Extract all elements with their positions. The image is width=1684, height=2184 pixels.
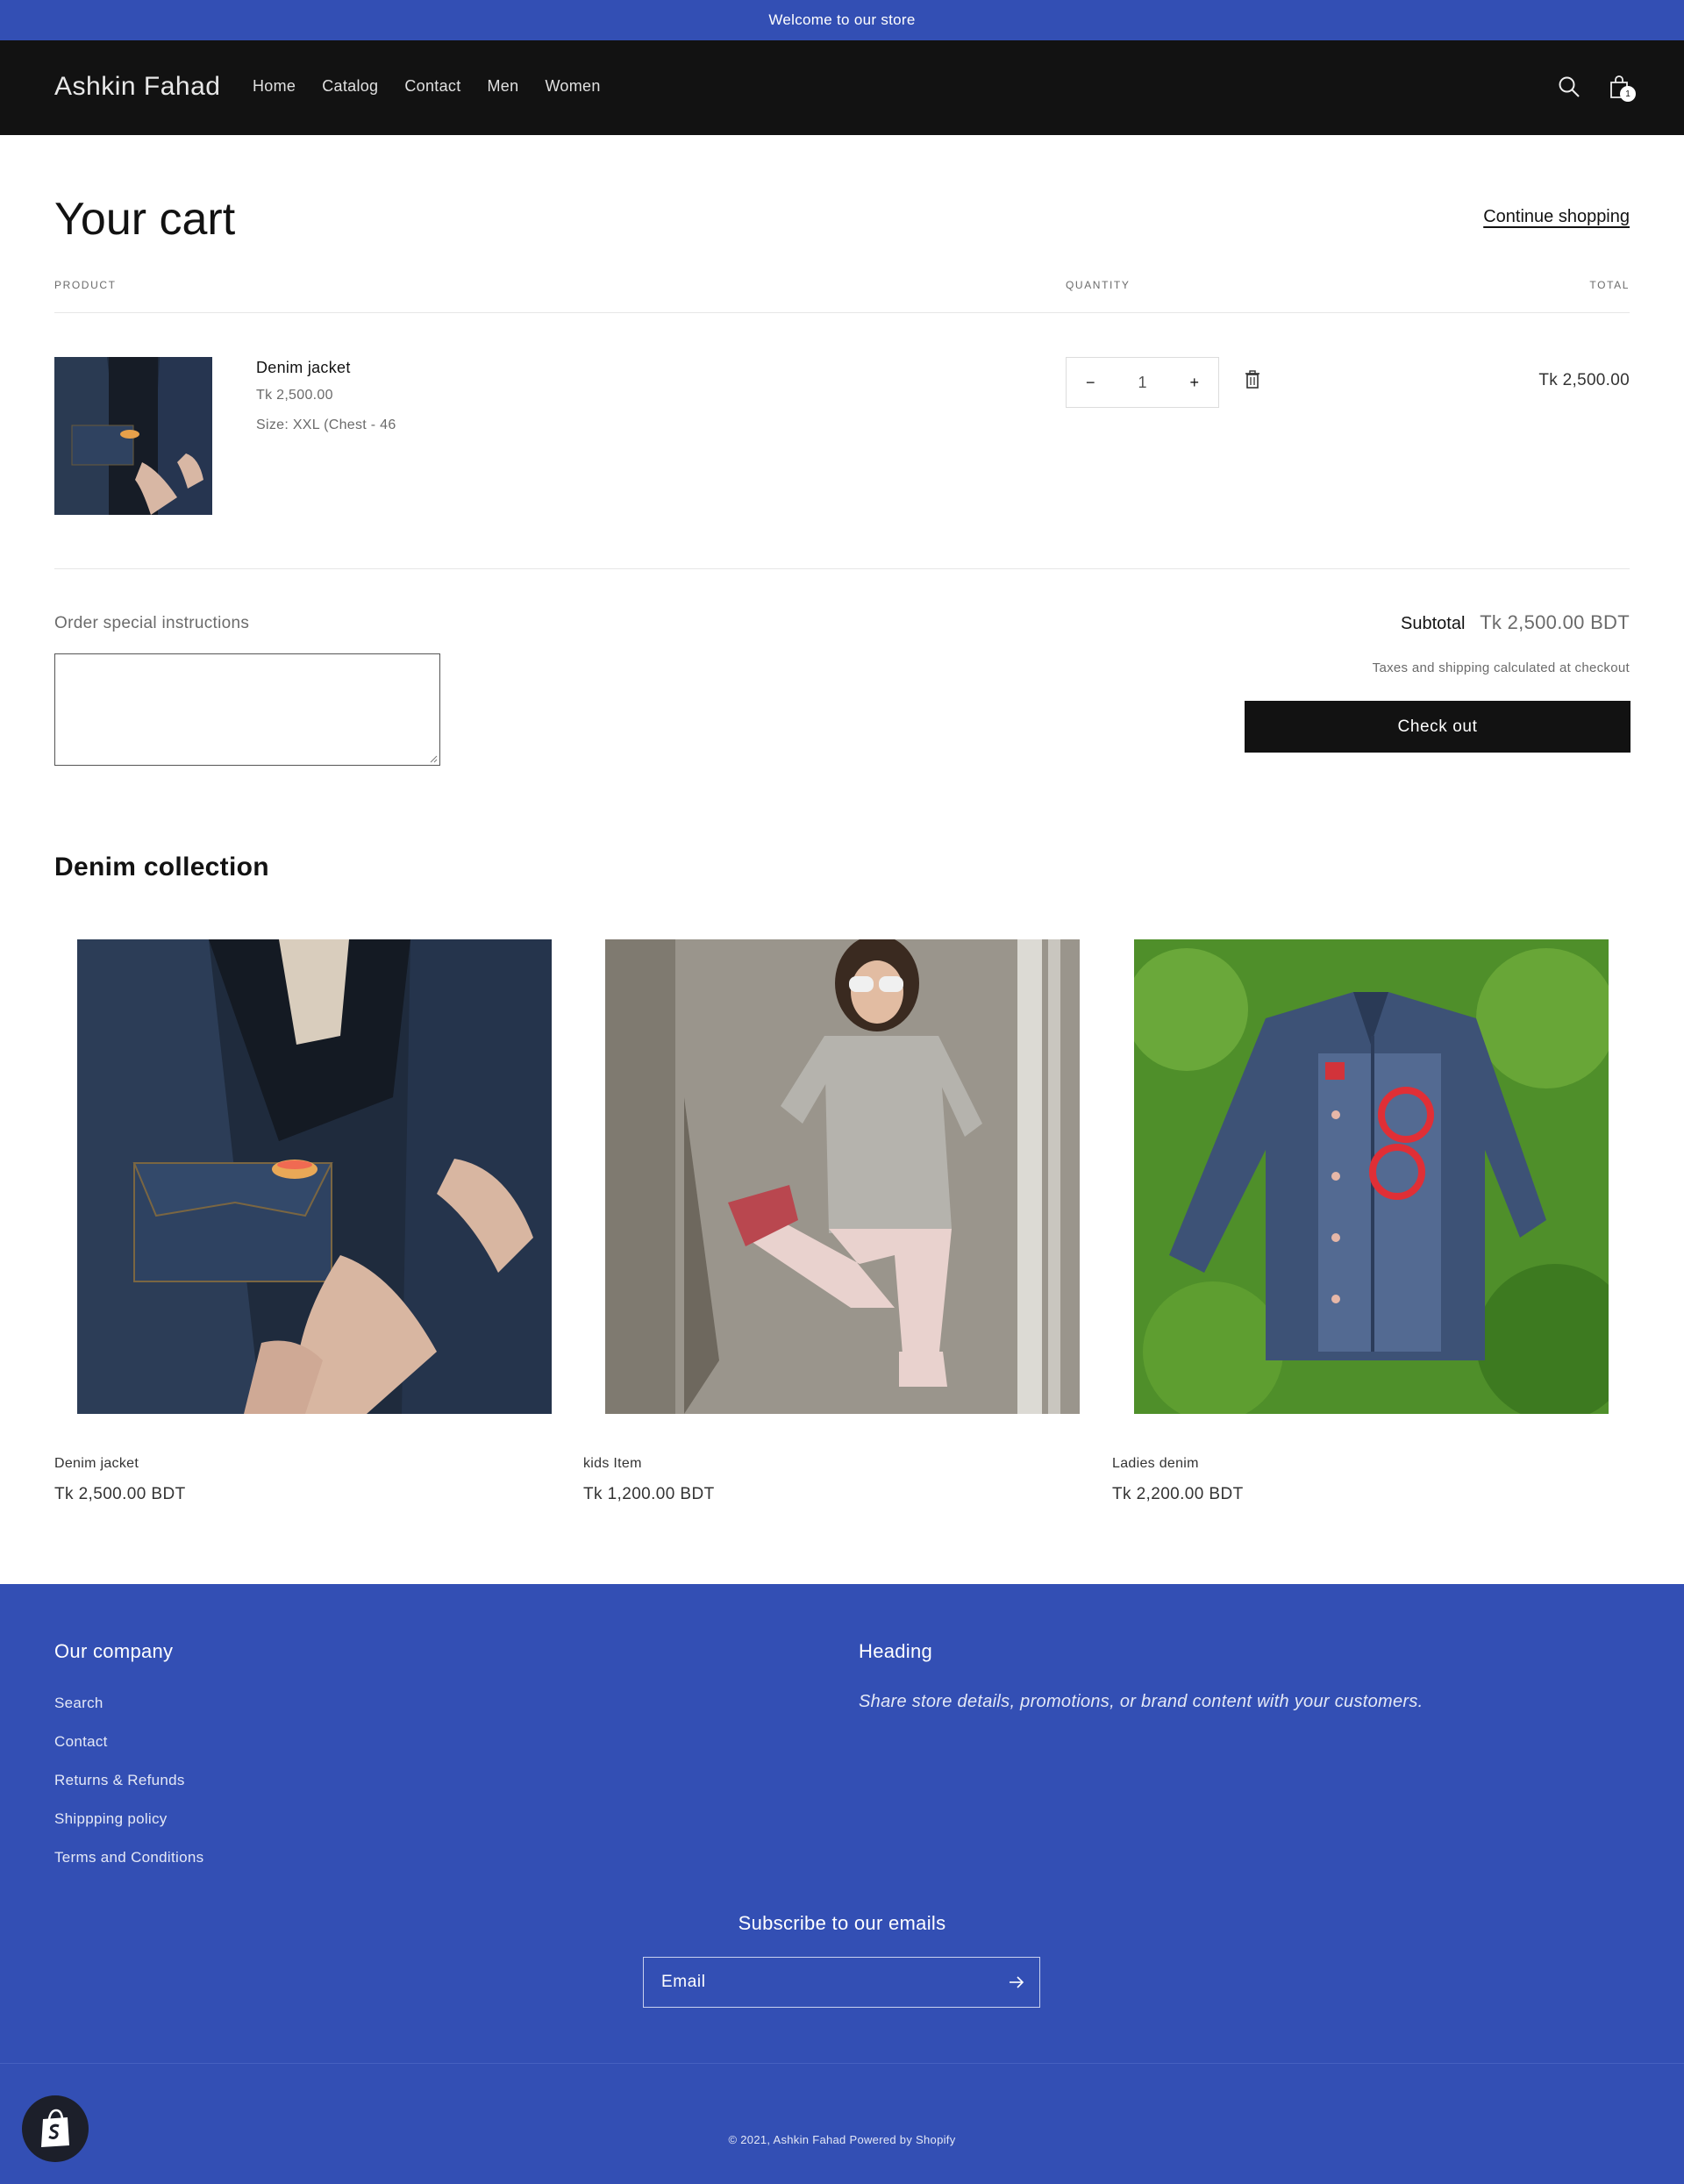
announcement-text: Welcome to our store bbox=[768, 11, 916, 28]
column-header-product: PRODUCT bbox=[54, 279, 117, 291]
email-placeholder: Email bbox=[661, 1973, 706, 1991]
cart-item-total: Tk 2,500.00 bbox=[1538, 371, 1630, 389]
instructions-textarea[interactable] bbox=[54, 653, 440, 766]
product-image-ladies-denim[interactable] bbox=[1134, 939, 1609, 1414]
continue-shopping-link[interactable]: Continue shopping bbox=[1483, 207, 1630, 227]
quantity-input[interactable]: 1 bbox=[1138, 374, 1146, 392]
product-image-denim-jacket[interactable] bbox=[77, 939, 552, 1414]
page-title: Your cart bbox=[54, 194, 236, 245]
nav-men[interactable]: Men bbox=[488, 77, 519, 96]
footer-link-shipping[interactable]: Shippping policy bbox=[54, 1810, 168, 1828]
product-image-kids-item[interactable] bbox=[605, 939, 1080, 1414]
announcement-bar: Welcome to our store bbox=[0, 0, 1684, 40]
search-icon[interactable] bbox=[1554, 72, 1584, 102]
email-field[interactable]: Email bbox=[643, 1957, 1040, 2008]
copyright: © 2021, Ashkin Fahad Powered by Shopify bbox=[728, 2133, 956, 2146]
footer-heading: Heading bbox=[859, 1640, 933, 1662]
product-price: Tk 2,200.00 BDT bbox=[1112, 1485, 1244, 1503]
quantity-increase-button[interactable]: + bbox=[1189, 374, 1199, 392]
divider bbox=[54, 568, 1630, 569]
quantity-decrease-button[interactable]: − bbox=[1086, 374, 1095, 392]
footer-company-heading: Our company bbox=[54, 1640, 174, 1662]
footer-divider bbox=[0, 2063, 1684, 2064]
site-header: Ashkin Fahad Home Catalog Contact Men Wo… bbox=[0, 40, 1684, 135]
site-footer bbox=[0, 1584, 1684, 2184]
divider bbox=[54, 312, 1630, 313]
product-price: Tk 2,500.00 BDT bbox=[54, 1485, 186, 1503]
nav-women[interactable]: Women bbox=[545, 77, 600, 96]
checkout-button[interactable]: Check out bbox=[1245, 701, 1630, 753]
subtotal-value: Tk 2,500.00 BDT bbox=[1480, 611, 1630, 633]
remove-item-trash-icon[interactable] bbox=[1244, 369, 1267, 396]
arrow-right-icon[interactable] bbox=[1008, 1973, 1025, 1991]
subtotal-label: Subtotal bbox=[1401, 614, 1466, 633]
cart-icon[interactable]: 1 bbox=[1604, 72, 1636, 102]
product-price: Tk 1,200.00 BDT bbox=[583, 1485, 715, 1503]
nav-contact[interactable]: Contact bbox=[404, 77, 460, 96]
cart-count-badge: 1 bbox=[1620, 86, 1636, 102]
footer-link-returns[interactable]: Returns & Refunds bbox=[54, 1772, 185, 1789]
nav-catalog[interactable]: Catalog bbox=[322, 77, 378, 96]
footer-link-terms[interactable]: Terms and Conditions bbox=[54, 1849, 203, 1866]
subscribe-title: Subscribe to our emails bbox=[738, 1912, 946, 1934]
footer-text: Share store details, promotions, or bran… bbox=[859, 1692, 1424, 1711]
cart-item-size: Size: XXL (Chest - 46 bbox=[256, 418, 396, 432]
column-header-total: TOTAL bbox=[1589, 279, 1630, 291]
cart-item-price: Tk 2,500.00 bbox=[256, 388, 333, 403]
store-logo[interactable]: Ashkin Fahad bbox=[54, 72, 220, 102]
tax-note: Taxes and shipping calculated at checkou… bbox=[1372, 660, 1630, 675]
collection-title: Denim collection bbox=[54, 853, 269, 881]
shopify-bag-icon[interactable] bbox=[22, 2095, 89, 2162]
instructions-label: Order special instructions bbox=[54, 614, 250, 632]
product-name[interactable]: Denim jacket bbox=[54, 1456, 139, 1472]
product-name[interactable]: Ladies denim bbox=[1112, 1456, 1199, 1472]
footer-link-search[interactable]: Search bbox=[54, 1695, 103, 1712]
footer-link-contact[interactable]: Contact bbox=[54, 1733, 108, 1751]
main-nav: Home Catalog Contact Men Women bbox=[253, 77, 627, 96]
cart-item-name[interactable]: Denim jacket bbox=[256, 359, 351, 377]
quantity-stepper: − 1 + bbox=[1066, 357, 1219, 408]
nav-home[interactable]: Home bbox=[253, 77, 296, 96]
product-name[interactable]: kids Item bbox=[583, 1456, 642, 1472]
column-header-quantity: QUANTITY bbox=[1066, 279, 1131, 291]
resize-handle-icon[interactable] bbox=[429, 754, 438, 763]
cart-item-image[interactable] bbox=[54, 357, 212, 515]
